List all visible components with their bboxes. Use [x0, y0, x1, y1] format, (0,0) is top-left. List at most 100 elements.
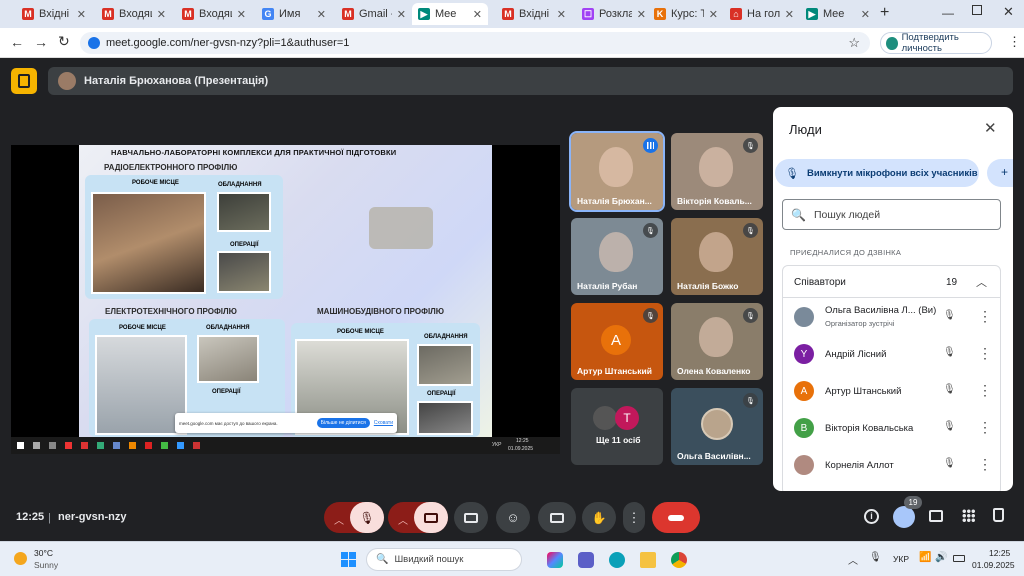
browser-menu-icon[interactable]: ⋮	[1008, 34, 1021, 50]
leave-call-button[interactable]	[652, 502, 700, 533]
stop-sharing-button[interactable]: Більше не ділитися	[316, 418, 370, 428]
close-tab-icon[interactable]: ✕	[637, 8, 646, 21]
taskbar-time[interactable]: 12:25	[989, 548, 1010, 558]
chevron-up-icon[interactable]: ︿	[398, 512, 408, 527]
taskbar-date[interactable]: 01.09.2025	[972, 560, 1015, 570]
people-button[interactable]	[893, 506, 915, 528]
new-tab-button[interactable]: +	[880, 4, 889, 22]
close-tab-icon[interactable]: ✕	[317, 8, 326, 21]
participant-row[interactable]: Корнелія Аллот 🎙 ⋮	[773, 447, 1003, 484]
taskbar-search-field[interactable]: 🔍 Швидкий пошук	[366, 548, 522, 571]
mic-off-icon[interactable]: 🎙	[943, 458, 956, 469]
more-options-button[interactable]: ⋮	[623, 502, 645, 533]
info-icon[interactable]: i	[864, 509, 879, 524]
tray-chevron-icon[interactable]: ︿	[848, 552, 858, 567]
back-icon[interactable]: ←	[10, 34, 24, 50]
forward-icon[interactable]: →	[34, 34, 48, 50]
participant-row[interactable]: Ольга Василівна Л... (Ви) Організатор зус…	[773, 299, 1003, 336]
restore-icon[interactable]	[972, 5, 982, 15]
participant-tile[interactable]: Олена Коваленко 🎙	[671, 303, 763, 380]
participant-row[interactable]: Y Андрій Лісний 🎙 ⋮	[773, 336, 1003, 373]
participant-role: Організатор зустрічі	[825, 319, 895, 328]
volume-icon[interactable]: 🔊	[935, 552, 947, 563]
participant-tile[interactable]: Наталія Божко 🎙	[671, 218, 763, 295]
close-tab-icon[interactable]: ✕	[157, 8, 166, 21]
more-vert-icon[interactable]: ⋮	[978, 308, 992, 325]
teams-icon[interactable]	[578, 552, 594, 568]
participant-tile[interactable]: Наталія Брюхан...	[569, 131, 665, 212]
taskbar-lang[interactable]: УКР	[893, 554, 909, 564]
file-explorer-icon[interactable]	[640, 552, 656, 568]
verify-identity-button[interactable]: Подтвердить личность	[880, 32, 992, 54]
close-tab-icon[interactable]: ✕	[557, 8, 566, 21]
close-tab-icon[interactable]: ✕	[237, 8, 246, 21]
browser-tab[interactable]: M Входящ ✕	[176, 3, 252, 25]
chrome-icon[interactable]	[671, 552, 687, 568]
chevron-up-icon[interactable]: ︿	[976, 274, 987, 290]
mic-tray-icon[interactable]: 🎙	[869, 552, 882, 563]
browser-tab[interactable]: ⌂ На голо ✕	[724, 3, 800, 25]
site-info-icon[interactable]	[88, 37, 100, 49]
more-vert-icon[interactable]: ⋮	[978, 345, 992, 362]
participant-tile[interactable]: T Ще 11 осіб	[571, 388, 663, 465]
people-search-field[interactable]: 🔍 Пошук людей	[782, 199, 1001, 230]
participant-tile[interactable]: Ольга Василівн... 🎙	[671, 388, 763, 465]
wifi-icon[interactable]: 📶	[919, 552, 931, 563]
more-vert-icon[interactable]: ⋮	[978, 419, 992, 436]
mic-off-icon[interactable]: 🎙	[943, 384, 956, 395]
close-panel-icon[interactable]: ✕	[984, 119, 997, 137]
mic-off-button[interactable]: 🎙	[350, 502, 384, 533]
avatar	[794, 307, 814, 327]
browser-tab[interactable]: M Gmail - ✕	[336, 3, 412, 25]
hide-banner-link[interactable]: Сховати	[374, 420, 393, 426]
mic-off-icon[interactable]: 🎙	[943, 310, 956, 321]
close-window-icon[interactable]: ✕	[1003, 4, 1014, 20]
browser-tab[interactable]: M Вхідні (2 ✕	[496, 3, 572, 25]
more-vert-icon[interactable]: ⋮	[978, 456, 992, 473]
reload-icon[interactable]: ↻	[58, 33, 70, 50]
close-tab-icon[interactable]: ✕	[397, 8, 406, 21]
add-people-button[interactable]: +	[987, 159, 1013, 187]
edge-icon[interactable]	[609, 552, 625, 568]
minimize-icon[interactable]: —	[942, 6, 954, 20]
browser-tab[interactable]: ▶ Mee ✕	[800, 3, 876, 25]
chat-icon[interactable]	[929, 510, 943, 522]
close-tab-icon[interactable]: ✕	[861, 8, 870, 21]
close-tab-icon[interactable]: ✕	[473, 8, 482, 21]
mute-all-button[interactable]: 🎙 Вимкнути мікрофони всіх учасників	[775, 159, 979, 187]
activities-icon[interactable]	[962, 509, 975, 522]
participant-tile[interactable]: А Артур Штанський 🎙	[571, 303, 663, 380]
raise-hand-button[interactable]: ✋	[582, 502, 616, 533]
participant-tile[interactable]: Наталія Рубан 🎙	[571, 218, 663, 295]
mic-off-icon[interactable]: 🎙	[943, 421, 956, 432]
participant-row[interactable]: А Артур Штанський 🎙 ⋮	[773, 373, 1003, 410]
browser-tab[interactable]: ☐ Розклад ✕	[576, 3, 652, 25]
participant-tile[interactable]: Вікторія Коваль... 🎙	[671, 133, 763, 210]
presentation-slide: НАВЧАЛЬНО-ЛАБОРАТОРНІ КОМПЛЕКСИ ДЛЯ ПРАК…	[79, 145, 492, 437]
browser-tab[interactable]: G Имя ✕	[256, 3, 332, 25]
camera-off-button[interactable]	[414, 502, 448, 533]
browser-tab[interactable]: K Курс: Те ✕	[648, 3, 724, 25]
close-tab-icon[interactable]: ✕	[785, 8, 794, 21]
mic-off-icon[interactable]: 🎙	[943, 347, 956, 358]
address-bar[interactable]: meet.google.com/ner-gvsn-nzy?pli=1&authu…	[80, 32, 870, 54]
participant-name: Наталія Божко	[677, 281, 739, 291]
browser-tab[interactable]: ▶ Mee ✕	[412, 3, 488, 25]
more-vert-icon[interactable]: ⋮	[978, 382, 992, 399]
group-header[interactable]: Співавтори 19 ︿	[783, 266, 1000, 298]
copilot-icon[interactable]	[547, 552, 563, 568]
host-controls-icon[interactable]	[993, 508, 1004, 522]
browser-tab[interactable]: M Входящ ✕	[96, 3, 172, 25]
chevron-up-icon[interactable]: ︿	[334, 512, 344, 527]
battery-icon[interactable]	[953, 555, 965, 562]
close-tab-icon[interactable]: ✕	[77, 8, 86, 21]
close-tab-icon[interactable]: ✕	[709, 8, 718, 21]
captions-button[interactable]	[538, 502, 576, 533]
shared-screen[interactable]: НАВЧАЛЬНО-ЛАБОРАТОРНІ КОМПЛЕКСИ ДЛЯ ПРАК…	[11, 145, 560, 454]
participant-row[interactable]: В Вікторія Ковальська 🎙 ⋮	[773, 410, 1003, 447]
present-button[interactable]	[454, 502, 488, 533]
reactions-button[interactable]: ☺	[496, 502, 530, 533]
windows-start-icon[interactable]	[341, 552, 356, 567]
browser-tab[interactable]: M Вхідні (2 ✕	[16, 3, 92, 25]
bookmark-star-icon[interactable]: ☆	[848, 35, 860, 51]
